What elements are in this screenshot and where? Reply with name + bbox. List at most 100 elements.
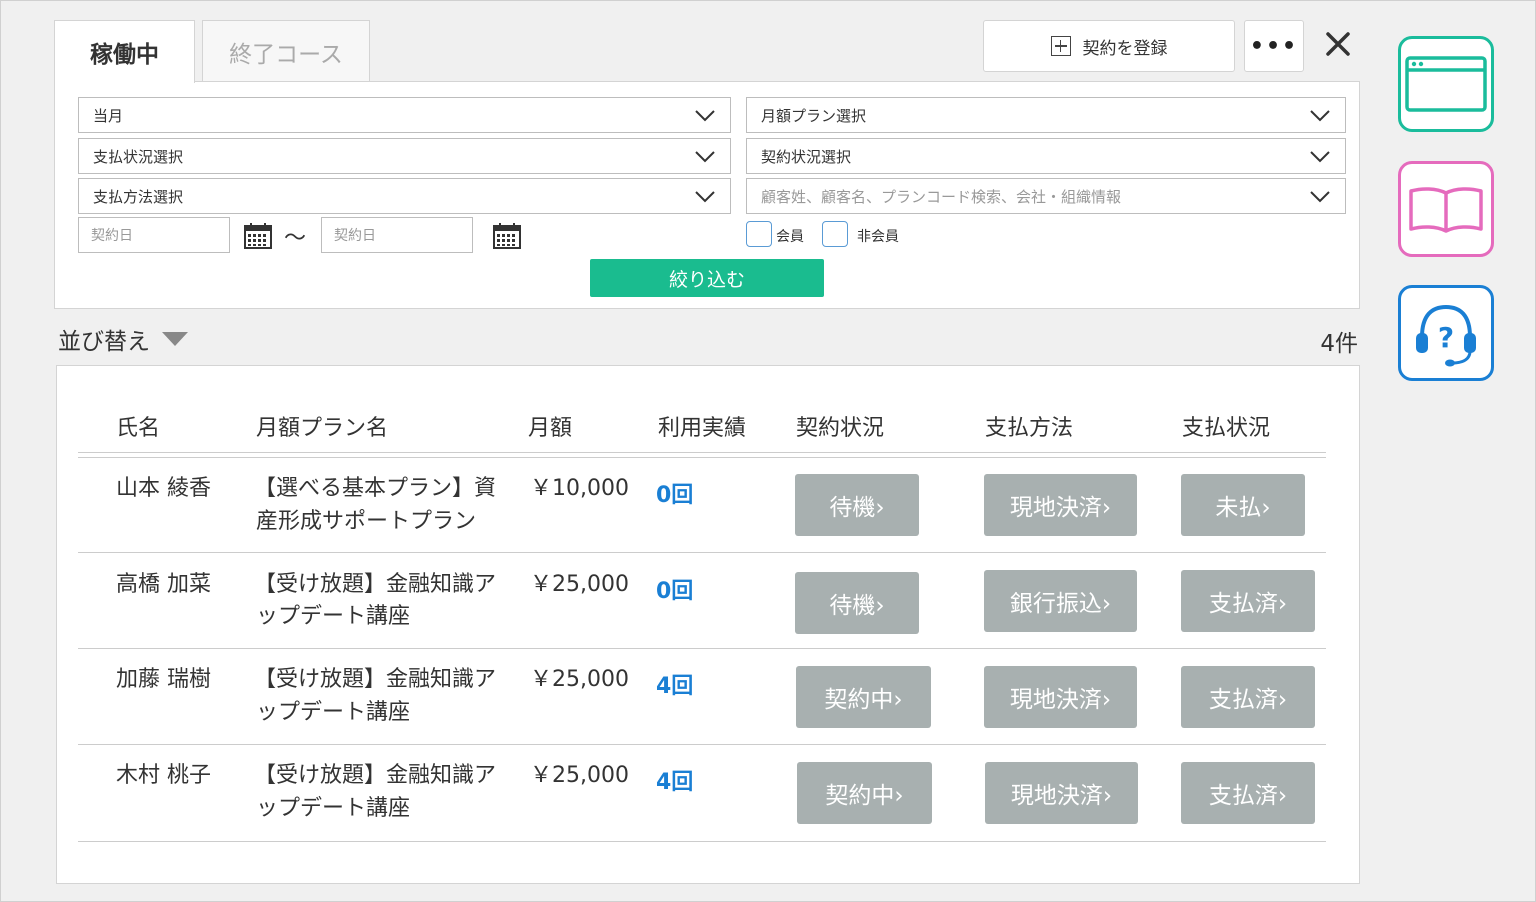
help-headset-icon: ? <box>1416 304 1476 367</box>
contract-status-label: 契約中› <box>825 783 904 809</box>
contract-status-select[interactable]: 契約状況選択 <box>746 138 1346 174</box>
column-header-usage: 利用実績 <box>658 416 747 441</box>
payment-method-button[interactable]: 銀行振込› <box>984 570 1137 632</box>
row-price: ￥10,000 <box>530 476 629 501</box>
payment-status-label: 未払› <box>1215 495 1271 521</box>
chevron-down-icon <box>695 110 715 122</box>
row-plan-line1: 【受け放題】金融知識ア <box>254 572 497 597</box>
payment-method-button[interactable]: 現地決済› <box>985 762 1138 824</box>
payment-method-label: 現地決済› <box>1010 783 1113 809</box>
row-plan-line1: 【受け放題】金融知識ア <box>254 667 497 692</box>
column-header-payment-status: 支払状況 <box>1182 416 1271 441</box>
payment-status-button[interactable]: 未払› <box>1181 474 1305 536</box>
close-icon <box>1326 32 1350 56</box>
payment-status-select-value: 支払状況選択 <box>93 147 184 166</box>
contract-status-label: 契約中› <box>824 687 903 713</box>
nonmember-label: 非会員 <box>857 229 899 245</box>
calendar-icon[interactable] <box>493 223 521 249</box>
more-icon: ••• <box>1249 33 1299 59</box>
help-support-button[interactable]: ? <box>1398 285 1494 381</box>
browser-window-button[interactable] <box>1398 36 1494 132</box>
column-header-contract-status: 契約状況 <box>796 416 885 441</box>
row-divider <box>78 841 1326 842</box>
month-select-value: 当月 <box>93 106 124 125</box>
month-select[interactable]: 当月 <box>78 97 731 133</box>
tab-active[interactable]: 稼働中 <box>54 20 195 83</box>
payment-status-button[interactable]: 支払済› <box>1181 666 1315 728</box>
column-header-payment-method: 支払方法 <box>985 416 1074 441</box>
sort-dropdown[interactable]: 並び替え <box>58 322 188 356</box>
contract-status-label: 待機› <box>829 593 885 619</box>
payment-status-label: 支払済› <box>1208 591 1288 617</box>
row-divider <box>78 648 1326 649</box>
contract-status-select-value: 契約状況選択 <box>761 147 852 166</box>
plus-icon <box>1050 36 1071 56</box>
row-price: ￥25,000 <box>530 763 629 788</box>
calendar-icon[interactable] <box>244 223 272 249</box>
more-options-button[interactable]: ••• <box>1244 20 1304 72</box>
close-button[interactable] <box>1318 24 1358 64</box>
tab-finished-label: 終了コース <box>229 41 343 68</box>
member-label: 会員 <box>776 229 804 245</box>
chevron-down-icon <box>1310 151 1330 163</box>
row-plan-line2: ップデート講座 <box>256 796 411 821</box>
manual-book-button[interactable] <box>1398 161 1494 257</box>
row-plan-line2: ップデート講座 <box>256 700 411 725</box>
register-contract-label: 契約を登録 <box>1082 38 1168 59</box>
contract-status-button[interactable]: 待機› <box>795 572 919 634</box>
row-usage-count[interactable]: 4回 <box>656 764 693 796</box>
browser-window-icon <box>1405 56 1487 112</box>
chevron-down-icon <box>695 151 715 163</box>
column-header-name: 氏名 <box>116 416 161 441</box>
contract-status-button[interactable]: 待機› <box>795 474 919 536</box>
plan-select[interactable]: 月額プラン選択 <box>746 97 1346 133</box>
row-divider <box>78 744 1326 745</box>
row-price: ￥25,000 <box>530 667 629 692</box>
tab-finished-courses[interactable]: 終了コース <box>202 20 370 82</box>
payment-method-select[interactable]: 支払方法選択 <box>78 178 731 214</box>
row-name: 加藤 瑞樹 <box>116 667 211 692</box>
payment-method-button[interactable]: 現地決済› <box>984 474 1137 536</box>
contract-status-button[interactable]: 契約中› <box>797 762 932 824</box>
member-checkbox[interactable] <box>746 221 772 247</box>
row-usage-count[interactable]: 0回 <box>656 573 693 605</box>
payment-method-select-value: 支払方法選択 <box>93 187 184 206</box>
nonmember-checkbox[interactable] <box>822 221 848 247</box>
filter-submit-button[interactable]: 絞り込む <box>590 259 824 297</box>
header-divider <box>78 457 1326 458</box>
register-contract-button[interactable]: 契約を登録 <box>983 20 1235 72</box>
chevron-down-icon <box>1310 191 1330 203</box>
row-usage-count[interactable]: 4回 <box>656 668 693 700</box>
contract-date-to-input[interactable]: 契約日 <box>321 217 473 253</box>
header-divider <box>78 452 1326 453</box>
plan-select-value: 月額プラン選択 <box>761 106 867 125</box>
payment-status-button[interactable]: 支払済› <box>1181 762 1315 824</box>
payment-method-label: 現地決済› <box>1009 495 1112 521</box>
filter-submit-label: 絞り込む <box>668 268 745 291</box>
payment-method-button[interactable]: 現地決済› <box>984 666 1137 728</box>
contract-date-from-placeholder: 契約日 <box>91 228 133 244</box>
customer-search-placeholder: 顧客姓、顧客名、プランコード検索、会社・組織情報 <box>761 187 1122 206</box>
row-price: ￥25,000 <box>530 572 629 597</box>
row-usage-count[interactable]: 0回 <box>656 477 693 509</box>
payment-status-label: 支払済› <box>1208 783 1288 809</box>
payment-method-label: 現地決済› <box>1009 687 1112 713</box>
sort-label: 並び替え <box>58 329 150 355</box>
contract-date-from-input[interactable]: 契約日 <box>78 217 230 253</box>
contract-table <box>56 365 1360 884</box>
triangle-down-icon <box>162 332 188 346</box>
row-divider <box>78 552 1326 553</box>
tab-active-label: 稼働中 <box>90 42 159 68</box>
customer-search-select[interactable]: 顧客姓、顧客名、プランコード検索、会社・組織情報 <box>746 178 1346 214</box>
row-plan-line1: 【選べる基本プラン】資 <box>254 476 497 501</box>
chevron-down-icon <box>695 191 715 203</box>
payment-status-select[interactable]: 支払状況選択 <box>78 138 731 174</box>
row-name: 高橋 加菜 <box>116 572 211 597</box>
row-plan-line1: 【受け放題】金融知識ア <box>254 763 497 788</box>
contract-date-to-placeholder: 契約日 <box>334 228 376 244</box>
payment-status-button[interactable]: 支払済› <box>1181 570 1315 632</box>
row-name: 木村 桃子 <box>116 763 211 788</box>
date-range-separator: 〜 <box>284 226 307 251</box>
contract-status-button[interactable]: 契約中› <box>796 666 931 728</box>
column-header-price: 月額 <box>528 416 573 441</box>
